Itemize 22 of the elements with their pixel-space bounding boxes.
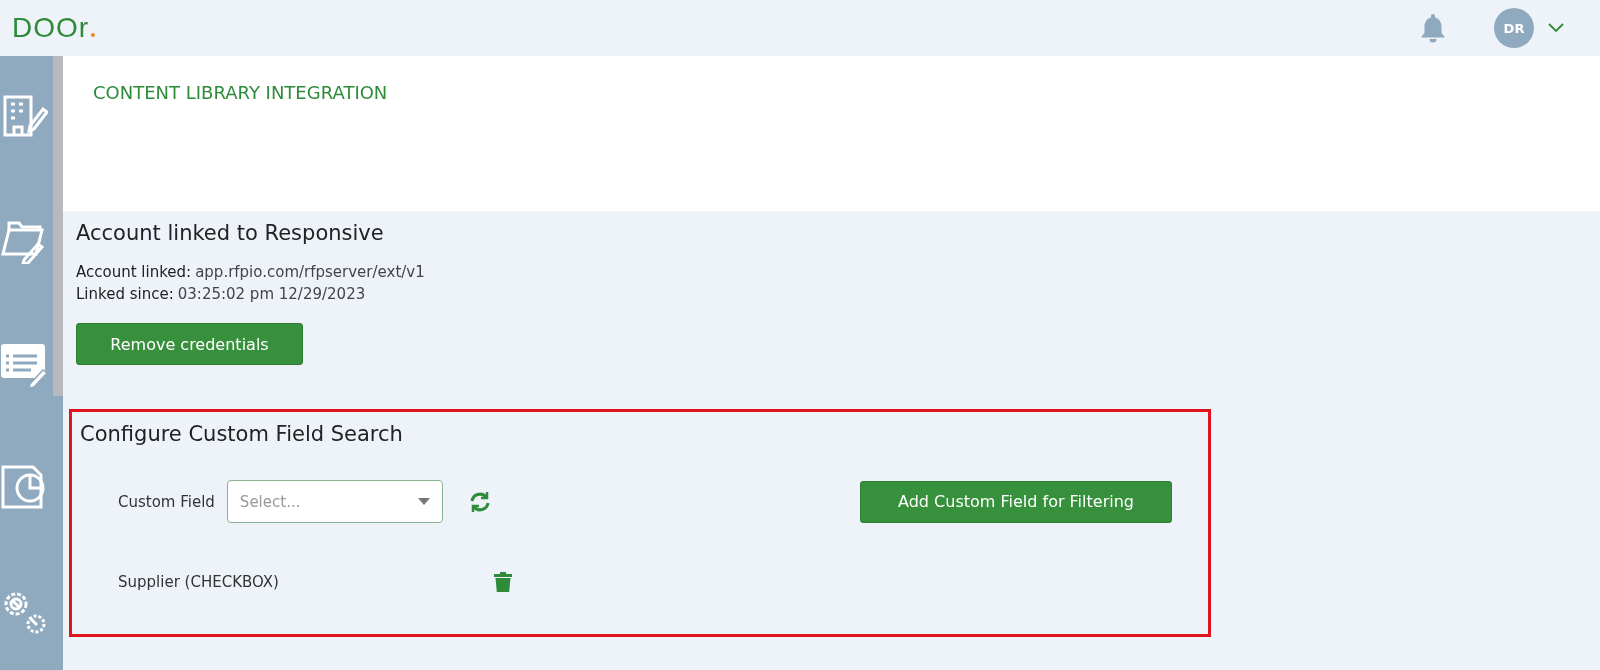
dropdown-caret-icon xyxy=(417,498,430,505)
page-title: CONTENT LIBRARY INTEGRATION xyxy=(93,82,389,103)
scrollbar[interactable] xyxy=(53,56,63,396)
field-label: Custom Field xyxy=(118,492,215,511)
logo-dot-icon xyxy=(91,33,96,37)
info-value: app.rfpio.com/rfpserver/ext/v1 xyxy=(195,263,425,281)
chevron-down-icon[interactable] xyxy=(1548,23,1564,33)
logo: DOOr xyxy=(12,12,90,44)
custom-field-name: Supplier (CHECKBOX) xyxy=(118,573,280,591)
section-title: Configure Custom Field Search xyxy=(80,422,404,446)
custom-field-select[interactable]: Select... xyxy=(226,480,443,523)
user-avatar[interactable]: DR xyxy=(1494,8,1534,48)
bell-icon[interactable] xyxy=(1420,13,1446,43)
select-placeholder: Select... xyxy=(239,492,301,511)
info-label: Linked since: xyxy=(76,285,174,303)
trash-icon[interactable] xyxy=(494,571,512,593)
section-title: Account linked to Responsive xyxy=(76,221,385,245)
info-value: 03:25:02 pm 12/29/2023 xyxy=(177,285,366,303)
remove-credentials-button[interactable]: Remove credentials xyxy=(76,323,303,365)
add-custom-field-button[interactable]: Add Custom Field for Filtering xyxy=(860,480,1172,523)
refresh-icon[interactable] xyxy=(468,490,491,513)
info-label: Account linked: xyxy=(76,263,192,281)
